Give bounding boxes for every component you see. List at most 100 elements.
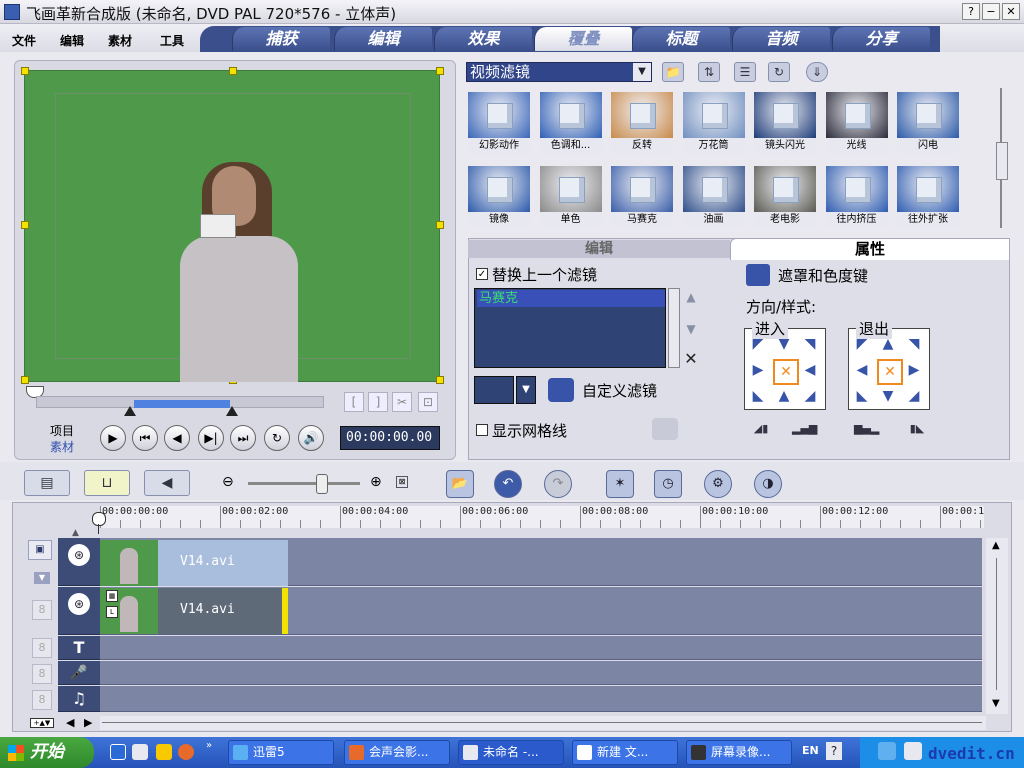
track-toggle-icon[interactable]: ▣ bbox=[28, 540, 52, 560]
tab-effect[interactable]: 效果 bbox=[434, 27, 532, 51]
home-button[interactable]: ⏮ bbox=[132, 425, 158, 451]
music-track-header[interactable]: ♫ bbox=[58, 686, 100, 712]
title-track-header[interactable]: T bbox=[58, 636, 100, 660]
fade-out-bars-icon[interactable]: ▆▄▂ bbox=[854, 422, 879, 438]
language-indicator[interactable]: EN bbox=[802, 744, 819, 757]
filter-list-scrollbar[interactable] bbox=[668, 288, 680, 368]
help-button[interactable]: ? bbox=[962, 3, 980, 20]
scroll-right-icon[interactable]: ▶ bbox=[84, 716, 92, 729]
volume-button[interactable]: 🔊 bbox=[298, 425, 324, 451]
task-browser[interactable]: 会声会影... bbox=[344, 740, 450, 765]
static-center-icon[interactable]: ✕ bbox=[877, 359, 903, 385]
move-up-icon[interactable]: ▲ bbox=[684, 290, 698, 304]
undo-icon[interactable]: ↶ bbox=[494, 470, 522, 498]
timeline-view-button[interactable]: ⊔ bbox=[84, 470, 130, 496]
task-thunder[interactable]: 迅雷5 bbox=[228, 740, 334, 765]
filter-preset-preview[interactable] bbox=[474, 376, 514, 404]
menu-tools[interactable]: 工具 bbox=[160, 32, 184, 49]
fade-in-icon[interactable]: ◢▮ bbox=[750, 422, 772, 438]
tab-capture[interactable]: 捕获 bbox=[232, 27, 330, 51]
cut-clip-button[interactable]: ✂ bbox=[392, 392, 412, 412]
filter-thumbnail-hue-adjust[interactable]: 色调和... bbox=[539, 92, 602, 154]
filter-thumbnail-lens-flare[interactable]: 镜头闪光 bbox=[754, 92, 816, 154]
timeline-ruler[interactable]: 00:00:00:00 00:00:02:00 00:00:04:00 00:00:0… bbox=[100, 506, 984, 528]
mode-clip[interactable]: 素材 bbox=[50, 438, 74, 455]
smart-render-icon[interactable]: ◷ bbox=[654, 470, 682, 498]
surround-mixer-icon[interactable]: ◑ bbox=[754, 470, 782, 498]
filter-thumbnail-monochrome[interactable]: 单色 bbox=[539, 166, 602, 228]
mark-in-button[interactable]: [ bbox=[344, 392, 364, 412]
arrow-icon[interactable]: ▶ bbox=[747, 359, 769, 381]
timeline-horizontal-scrollbar[interactable] bbox=[100, 716, 986, 730]
voice-track-header[interactable]: 🎤 bbox=[58, 661, 100, 685]
arrow-icon[interactable]: ▼ bbox=[877, 385, 899, 407]
move-down-icon[interactable]: ▼ bbox=[684, 322, 698, 336]
filter-thumbnail-mirror[interactable]: 镜像 bbox=[468, 166, 530, 228]
zoom-in-icon[interactable]: ⊕ bbox=[370, 474, 382, 490]
close-button[interactable]: ✕ bbox=[1002, 3, 1020, 20]
fade-in-bars-icon[interactable]: ▂▄▆ bbox=[792, 422, 817, 438]
arrow-icon[interactable]: ◀ bbox=[851, 359, 873, 381]
task-editor[interactable]: 未命名 -... bbox=[458, 740, 564, 765]
lock-icon[interactable]: 8 bbox=[32, 638, 52, 658]
end-button[interactable]: ⏭ bbox=[230, 425, 256, 451]
arrow-icon[interactable]: ▶ bbox=[903, 359, 925, 381]
tab-share[interactable]: 分享 bbox=[832, 27, 930, 51]
lock-icon[interactable]: 8 bbox=[32, 600, 52, 620]
library-category-select[interactable]: 视频滤镜 ▼ bbox=[466, 62, 652, 82]
minimize-button[interactable]: − bbox=[982, 3, 1000, 20]
track-add-icon[interactable]: +▲▼ bbox=[30, 718, 54, 728]
task-document[interactable]: 新建 文... bbox=[572, 740, 678, 765]
tray-app-icon[interactable] bbox=[878, 742, 896, 760]
resize-handle[interactable] bbox=[21, 221, 29, 229]
custom-filter-icon[interactable] bbox=[548, 378, 574, 402]
timeline-vertical-scrollbar[interactable]: ▲ ▼ bbox=[986, 538, 1008, 714]
lock-icon[interactable]: 8 bbox=[32, 664, 52, 684]
chevron-icon[interactable]: » bbox=[206, 740, 212, 751]
resize-handle[interactable] bbox=[21, 67, 29, 75]
panel-tab-attributes[interactable]: 属性 bbox=[730, 238, 1010, 260]
applied-filter-item[interactable]: 马赛克 bbox=[477, 290, 665, 307]
play-button[interactable]: ▶ bbox=[100, 425, 126, 451]
music-track[interactable] bbox=[100, 686, 982, 712]
arrow-icon[interactable]: ▲ bbox=[773, 385, 795, 407]
refresh-icon[interactable]: ↻ bbox=[768, 62, 790, 82]
applied-filter-list[interactable]: 马赛克 bbox=[474, 288, 666, 368]
menu-clip[interactable]: 素材 bbox=[108, 32, 132, 49]
panel-tab-edit[interactable]: 编辑 bbox=[468, 240, 730, 258]
filter-thumbnail-bulge[interactable]: 往外扩张 bbox=[897, 166, 959, 228]
next-frame-button[interactable]: ▶| bbox=[198, 425, 224, 451]
zoom-slider[interactable] bbox=[248, 482, 360, 485]
tab-audio[interactable]: 音频 bbox=[732, 27, 830, 51]
audio-view-button[interactable]: ◀ bbox=[144, 470, 190, 496]
menu-edit[interactable]: 编辑 bbox=[60, 32, 84, 49]
delete-filter-icon[interactable]: ✕ bbox=[684, 351, 698, 367]
playhead[interactable] bbox=[92, 506, 106, 534]
lock-icon[interactable]: 8 bbox=[32, 690, 52, 710]
insert-media-icon[interactable]: 📂 bbox=[446, 470, 474, 498]
voice-track[interactable] bbox=[100, 661, 982, 685]
options-icon[interactable]: ☰ bbox=[734, 62, 756, 82]
redo-icon[interactable]: ↷ bbox=[544, 470, 572, 498]
arrow-icon[interactable]: ◥ bbox=[903, 333, 925, 355]
network-icon[interactable] bbox=[904, 742, 922, 760]
arrow-icon[interactable]: ◥ bbox=[799, 333, 821, 355]
filter-thumbnail-kaleidoscope[interactable]: 万花筒 bbox=[682, 92, 745, 154]
collapse-icon[interactable]: ▼ bbox=[34, 572, 50, 584]
zoom-out-icon[interactable]: ⊖ bbox=[222, 474, 234, 490]
resize-handle[interactable] bbox=[21, 376, 29, 384]
filter-thumbnail-phantom-motion[interactable]: 幻影动作 bbox=[468, 92, 530, 154]
mask-chroma-key-label[interactable]: 遮罩和色度键 bbox=[778, 265, 868, 286]
filter-thumbnail-old-film[interactable]: 老电影 bbox=[754, 166, 816, 228]
outlook-icon[interactable] bbox=[132, 744, 148, 760]
show-grid-checkbox[interactable] bbox=[476, 424, 488, 436]
filter-thumbnail-invert[interactable]: 反转 bbox=[611, 92, 673, 154]
custom-filter-label[interactable]: 自定义滤镜 bbox=[582, 380, 657, 401]
tab-overlay[interactable]: 覆叠 bbox=[534, 27, 632, 51]
track-manager-icon[interactable]: ⚙ bbox=[704, 470, 732, 498]
filter-thumbnail-pinch[interactable]: 往内挤压 bbox=[825, 166, 888, 228]
warning-icon[interactable] bbox=[156, 744, 172, 760]
enlarge-button[interactable]: ⊡ bbox=[418, 392, 438, 412]
filter-thumbnail-oil-painting[interactable]: 油画 bbox=[682, 166, 745, 228]
fit-project-icon[interactable]: ⊠ bbox=[396, 476, 408, 488]
